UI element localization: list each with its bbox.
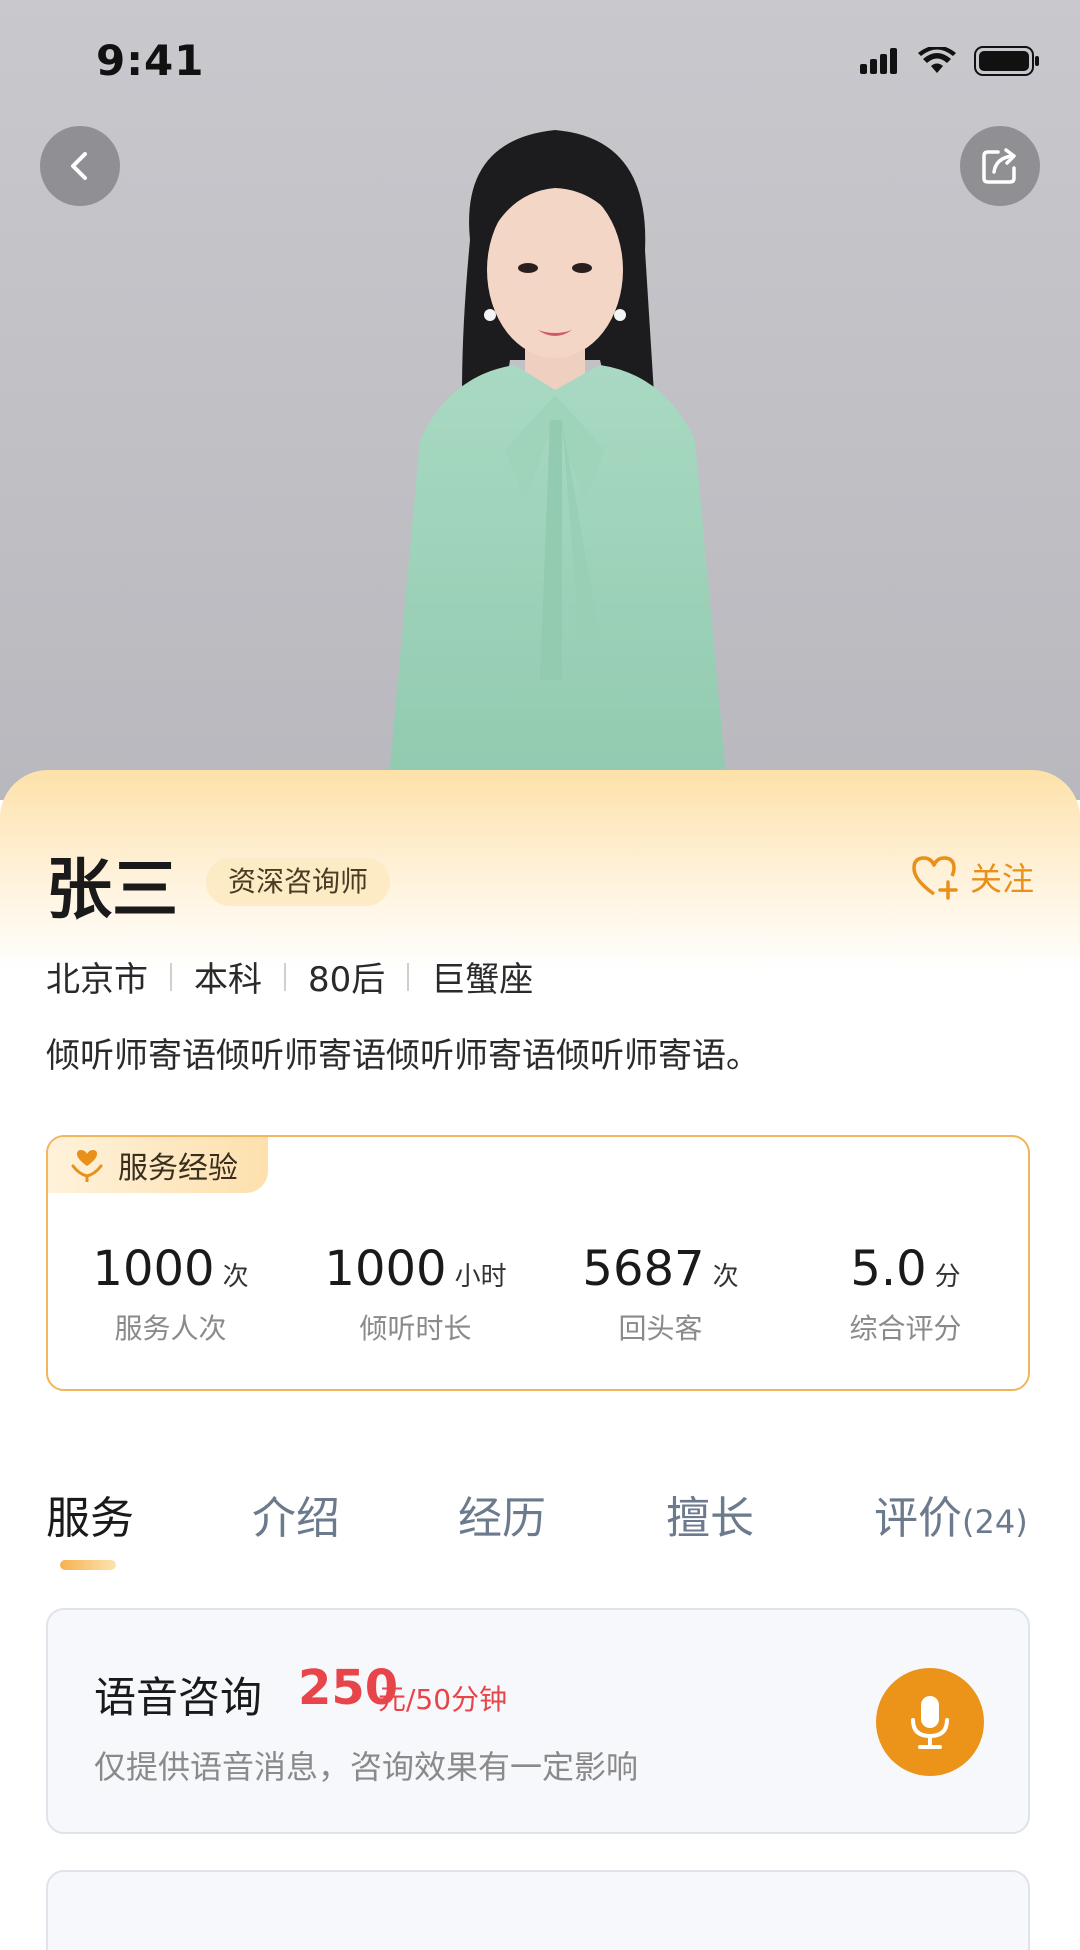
status-icons (860, 46, 1040, 76)
service-experience-panel: 服务经验 1000 次 服务人次 1000 小时 倾听时长 5687 次 回头客 5.… (46, 1135, 1030, 1391)
tab-reviews-label: 评价 (874, 1493, 962, 1544)
profile-meta: 北京市 本科 80后 巨蟹座 (46, 952, 533, 1001)
stat-label: 服务人次 (114, 1312, 227, 1345)
heart-plus-icon (912, 856, 958, 900)
wifi-icon (918, 47, 956, 73)
tab-reviews[interactable]: 评价(24) (874, 1482, 1028, 1546)
stat-unit: 次 (222, 1262, 249, 1292)
experience-stats: 1000 次 服务人次 1000 小时 倾听时长 5687 次 回头客 5.0 分 综合… (48, 1241, 1028, 1347)
counselor-name: 张三 (46, 851, 178, 928)
meta-divider (170, 962, 172, 991)
counselor-portrait (386, 130, 729, 800)
stat-label: 回头客 (618, 1312, 703, 1345)
active-tab-indicator (60, 1560, 116, 1570)
share-icon (982, 148, 1016, 184)
meta-zodiac: 巨蟹座 (431, 960, 534, 1000)
service-card-voice[interactable]: 语音咨询 250 元/50分钟 仅提供语音消息，咨询效果有一定影响 (46, 1608, 1030, 1834)
stat-unit: 分 (934, 1262, 961, 1292)
tab-specialties[interactable]: 擅长 (666, 1482, 754, 1546)
share-button[interactable] (960, 126, 1040, 206)
profile-card: 张三 资深咨询师 关注 北京市 本科 80后 巨蟹座 倾听师寄语倾听师寄语倾听师… (0, 770, 1080, 1950)
service-name: 语音咨询 (94, 1673, 263, 1722)
heart-hands-icon (71, 1150, 103, 1182)
stat-overall-rating: 5.0 分 综合评分 (783, 1241, 1028, 1347)
follow-button[interactable]: 关注 (910, 854, 1034, 900)
status-bar: 9:41 (0, 0, 1080, 120)
stat-value: 1000 (324, 1241, 447, 1297)
stat-label: 倾听时长 (359, 1312, 472, 1345)
stat-returning-clients: 5687 次 回头客 (538, 1241, 783, 1347)
stat-value: 5.0 (850, 1241, 927, 1297)
stat-label: 综合评分 (849, 1312, 962, 1345)
stat-listening-hours: 1000 小时 倾听时长 (293, 1241, 538, 1347)
title-badge: 资深咨询师 (206, 858, 391, 906)
stat-value: 5687 (582, 1241, 705, 1297)
meta-divider (407, 962, 410, 991)
service-description: 仅提供语音消息，咨询效果有一定影响 (94, 1748, 639, 1786)
experience-tag: 服务经验 (48, 1137, 268, 1193)
cellular-signal-icon (860, 48, 897, 74)
service-price-unit: 元/50分钟 (378, 1683, 508, 1716)
tab-introduction[interactable]: 介绍 (252, 1482, 340, 1546)
meta-generation: 80后 (308, 960, 386, 1000)
meta-education: 本科 (194, 960, 262, 1000)
tab-reviews-count: (24) (962, 1503, 1028, 1541)
status-time: 9:41 (96, 36, 205, 85)
meta-city: 北京市 (46, 960, 148, 1000)
hero-photo-area: 9:41 (0, 0, 1080, 800)
stat-service-count: 1000 次 服务人次 (48, 1241, 293, 1347)
follow-label: 关注 (969, 860, 1034, 898)
back-button[interactable] (40, 126, 120, 206)
tab-experience[interactable]: 经历 (458, 1482, 546, 1546)
meta-divider (284, 962, 286, 991)
experience-tag-label: 服务经验 (118, 1151, 238, 1186)
stat-unit: 次 (712, 1262, 739, 1292)
voice-consult-button[interactable] (876, 1668, 984, 1776)
chevron-left-icon (71, 152, 87, 180)
service-card-next[interactable] (46, 1870, 1030, 1950)
tab-services[interactable]: 服务 (46, 1482, 134, 1546)
microphone-icon (911, 1696, 949, 1749)
stat-value: 1000 (92, 1241, 215, 1297)
battery-icon (974, 46, 1039, 76)
stat-unit: 小时 (454, 1262, 507, 1292)
counselor-bio: 倾听师寄语倾听师寄语倾听师寄语倾听师寄语。 (46, 1036, 760, 1076)
profile-tabs: 服务 介绍 经历 擅长 评价(24) (46, 1482, 1030, 1572)
